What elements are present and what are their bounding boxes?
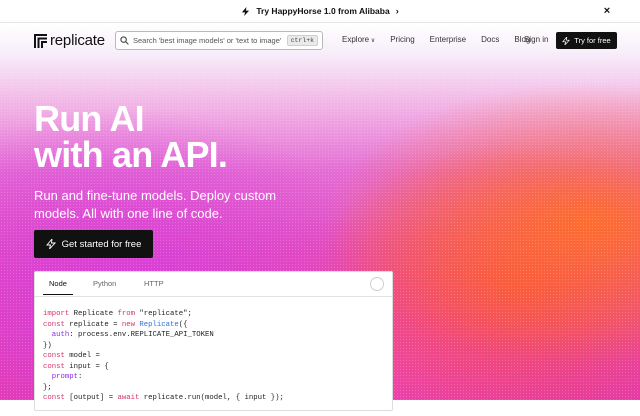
code-line: const model = (43, 352, 100, 360)
hero-subtitle: Run and fine-tune models. Deploy custom … (34, 188, 277, 221)
hero-headline: Run AI with an API. (34, 98, 228, 175)
try-for-free-button[interactable]: Try for free (556, 32, 617, 49)
code-line: import Replicate from "replicate"; (43, 310, 192, 318)
code-line: }) (43, 341, 52, 350)
top-nav: replicate ctrl+k Explore Pricing Enterpr… (0, 28, 640, 54)
nav-link-explore[interactable]: Explore (342, 35, 375, 44)
code-line: auth: process.env.REPLICATE_API_TOKEN (51, 331, 214, 339)
code-line: prompt: (51, 373, 83, 381)
logo[interactable]: replicate (34, 32, 105, 49)
search-icon (120, 36, 129, 45)
code-block: import Replicate from "replicate"; const… (35, 297, 392, 416)
try-for-free-label: Try for free (574, 36, 611, 45)
bolt-icon (242, 6, 250, 16)
replicate-logo-icon (34, 33, 47, 48)
hero-headline-line2: with an API. (34, 134, 228, 175)
tab-python[interactable]: Python (93, 279, 116, 288)
tab-node[interactable]: Node (43, 279, 73, 295)
search-box[interactable]: ctrl+k (115, 31, 323, 50)
nav-link-docs[interactable]: Docs (481, 35, 499, 44)
code-tabs: Node Python HTTP (35, 272, 392, 297)
search-shortcut-badge: ctrl+k (286, 35, 318, 46)
tab-http[interactable]: HTTP (144, 279, 164, 288)
signin-link[interactable]: Sign in (524, 35, 548, 44)
bolt-icon (562, 36, 571, 45)
nav-link-pricing[interactable]: Pricing (390, 35, 414, 44)
close-icon[interactable]: × (600, 4, 614, 18)
copy-code-icon[interactable] (370, 277, 384, 291)
bolt-icon (45, 239, 56, 249)
announcement-text[interactable]: Try HappyHorse 1.0 from Alibaba (256, 6, 389, 16)
logo-text: replicate (50, 32, 105, 49)
announcement-bar[interactable]: Try HappyHorse 1.0 from Alibaba › × (0, 0, 640, 23)
chevron-right-icon: › (395, 6, 399, 16)
get-started-button[interactable]: Get started for free (34, 230, 153, 258)
code-line: const [output] = await replicate.run(mod… (43, 394, 284, 402)
code-line: const input = { (43, 362, 109, 371)
nav-link-enterprise[interactable]: Enterprise (430, 35, 466, 44)
code-line: }; (43, 383, 52, 392)
search-input[interactable] (133, 36, 287, 45)
nav-links: Explore Pricing Enterprise Docs Blog (342, 35, 545, 44)
code-line: const replicate = new Replicate({ (43, 320, 188, 329)
code-example-panel: Node Python HTTP import Replicate from "… (34, 271, 393, 411)
hero-headline-line1: Run AI (34, 98, 145, 139)
get-started-label: Get started for free (61, 238, 142, 250)
